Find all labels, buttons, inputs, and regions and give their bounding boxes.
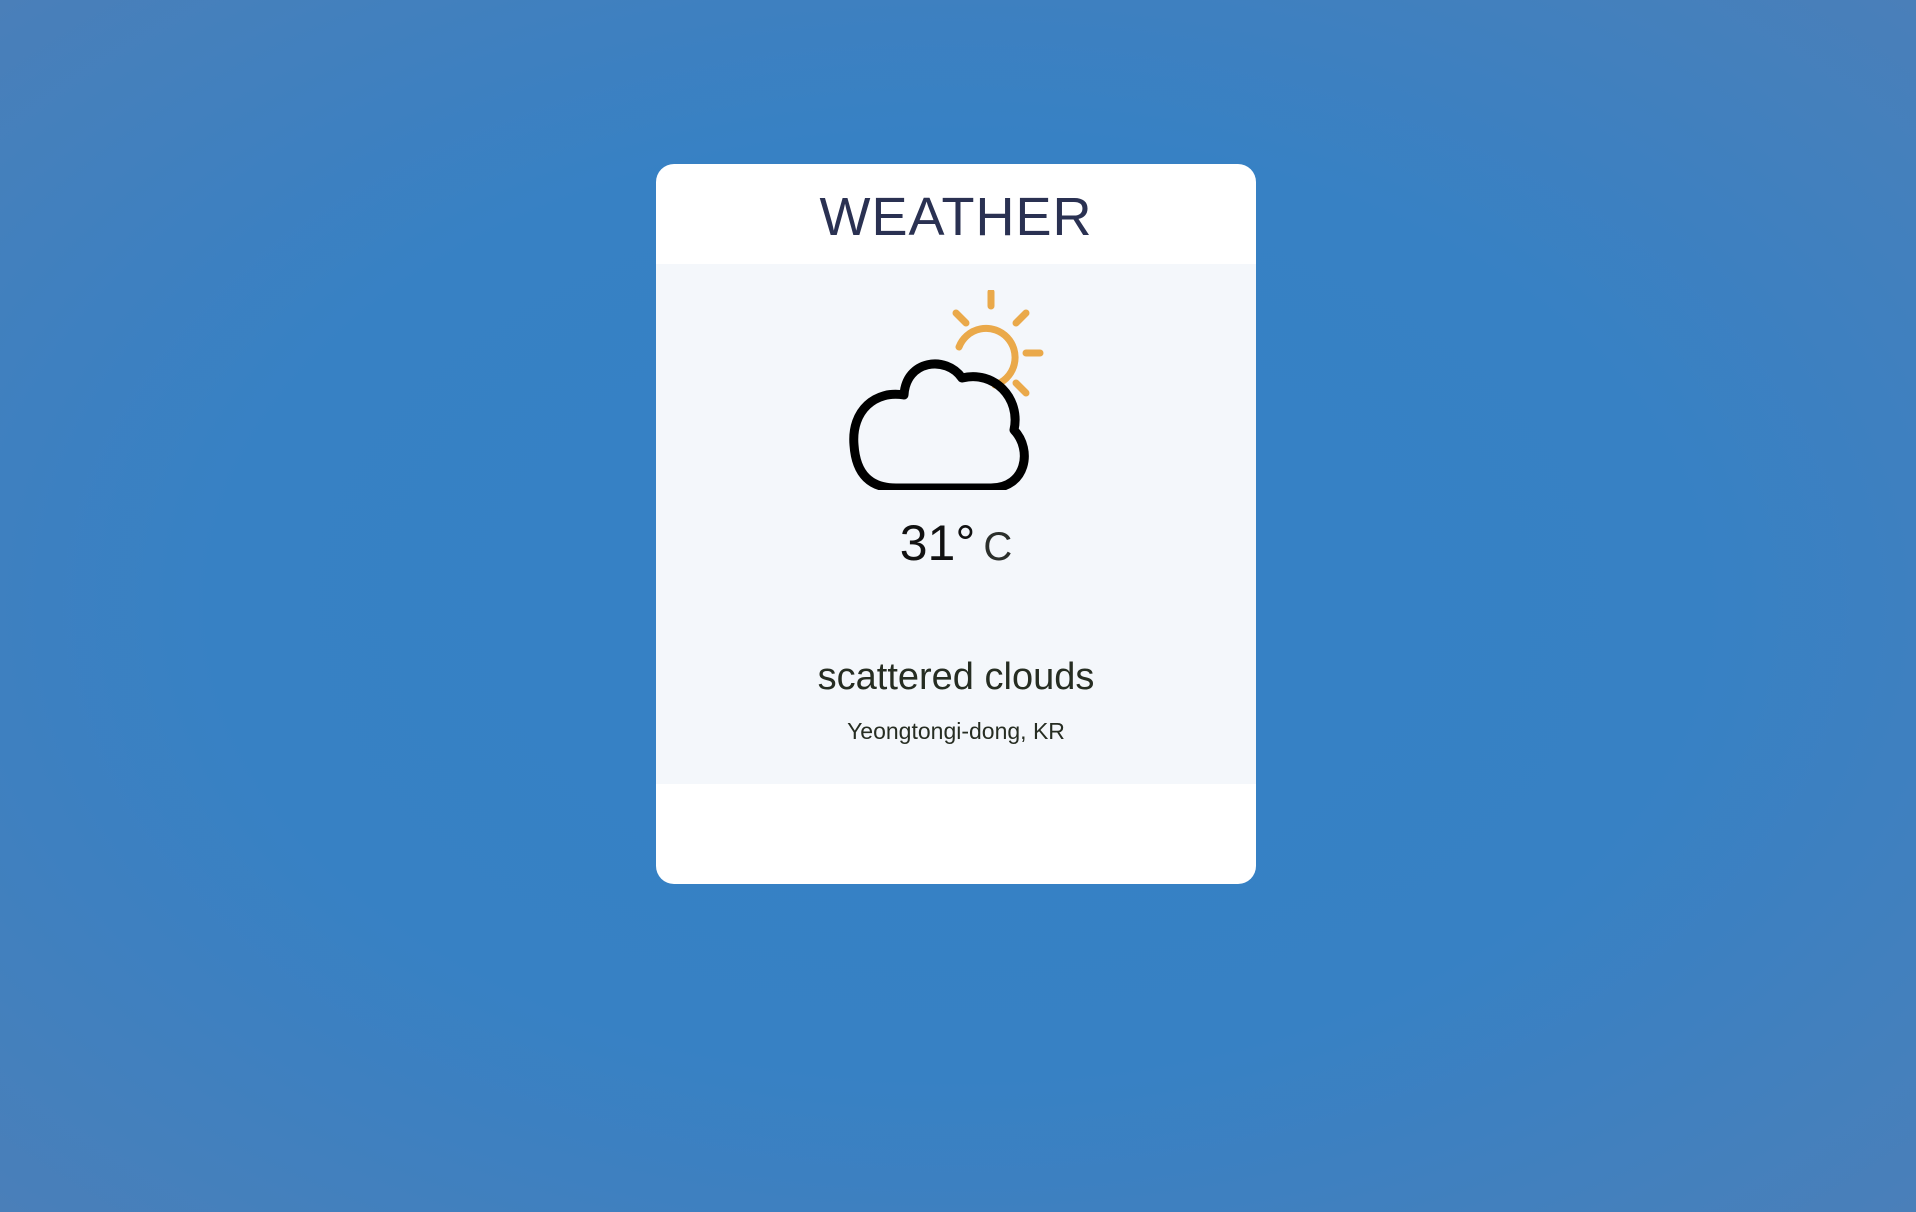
temperature-readout: 31° C [656,514,1256,572]
temperature-value: 31° [899,515,976,571]
weather-description: scattered clouds [817,656,1095,698]
cloud-icon [849,359,1029,490]
card-title: WEATHER [819,187,1093,247]
weather-card: WEATHER 31° C scattered clouds Yeongtongi… [656,164,1256,884]
location-label: Yeongtongi-dong, KR [847,718,1065,744]
partly-cloudy-icon [849,290,1044,490]
weather-panel: 31° C scattered clouds Yeongtongi-dong, K… [656,264,1256,784]
temperature-unit: C [983,525,1013,569]
